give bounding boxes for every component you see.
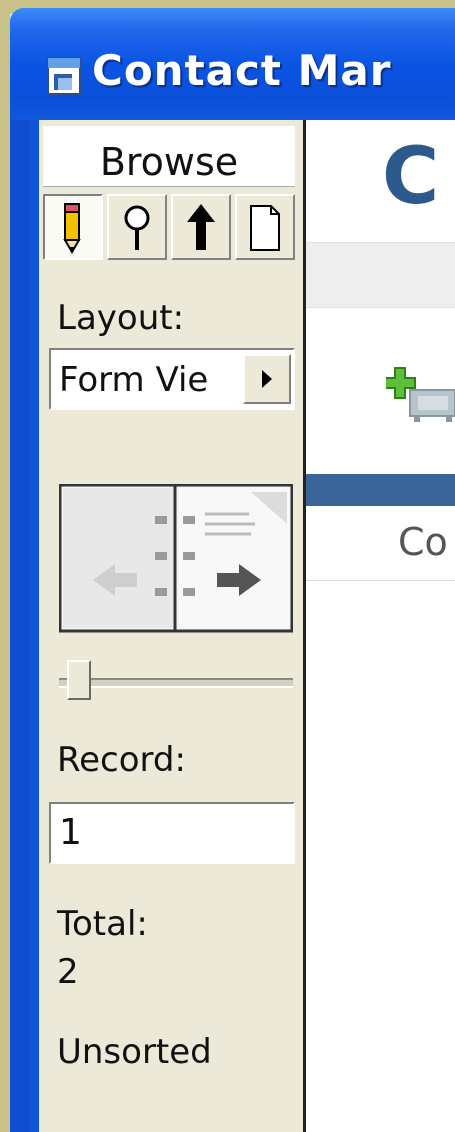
app-icon (47, 57, 81, 95)
app-window: Contact Mar Browse Layout: Form Vie Reco… (10, 8, 455, 1132)
find-mode-button[interactable] (107, 194, 167, 260)
browse-mode-button[interactable] (43, 194, 103, 260)
total-label: Total: (57, 904, 148, 944)
header-band (306, 242, 455, 308)
slider-track (59, 678, 293, 688)
layout-dropdown[interactable]: Form Vie (49, 348, 295, 410)
window-frame (10, 120, 29, 1132)
sort-button[interactable] (171, 194, 231, 260)
pencil-icon (63, 203, 81, 254)
sort-status: Unsorted (57, 1032, 212, 1072)
add-contact-icon[interactable] (386, 366, 455, 422)
page-heading: C (382, 132, 440, 222)
layout-label: Layout: (57, 298, 185, 338)
slider-thumb[interactable] (67, 660, 91, 700)
total-count: 2 (57, 952, 79, 992)
layout-content: C Co (306, 120, 455, 1132)
mode-label: Browse (99, 140, 239, 184)
sort-arrow-icon (187, 204, 215, 250)
window-title: Contact Mar (92, 46, 392, 95)
section-bar (306, 474, 455, 506)
mode-toolbar (43, 194, 299, 264)
desktop-background-edge (0, 0, 10, 1132)
column-divider (306, 580, 455, 581)
layout-dropdown-button[interactable] (243, 354, 291, 404)
triangle-right-icon (262, 370, 272, 388)
preview-mode-button[interactable] (235, 194, 295, 260)
record-slider[interactable] (59, 660, 293, 700)
record-book-navigator[interactable] (59, 484, 293, 634)
title-bar[interactable]: Contact Mar (10, 8, 455, 120)
page-icon (250, 205, 280, 251)
record-label: Record: (57, 740, 186, 780)
mode-indicator: Browse (43, 126, 295, 187)
record-number-input[interactable]: 1 (49, 802, 295, 864)
status-area: Browse Layout: Form Vie Record: 1 Total:… (39, 120, 306, 1132)
column-header: Co (398, 520, 448, 564)
magnifier-icon (124, 205, 150, 250)
layout-selected-value: Form Vie (59, 360, 209, 400)
